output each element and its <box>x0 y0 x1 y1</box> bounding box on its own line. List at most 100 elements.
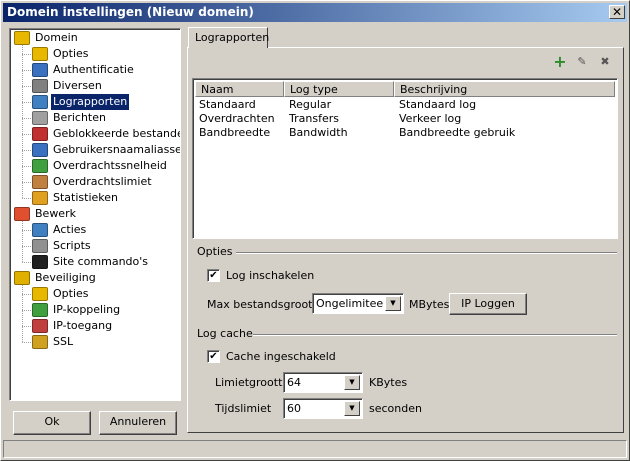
tree-item-label: Opties <box>53 47 89 60</box>
tree-item-label: Statistieken <box>53 191 118 204</box>
options-icon <box>32 287 48 301</box>
cache-enabled-checkbox[interactable]: ✔ <box>207 350 220 363</box>
tree-guide <box>22 326 31 327</box>
tree-item-diversen[interactable]: Diversen <box>32 78 104 94</box>
limit-size-unit: KBytes <box>369 376 408 389</box>
key-icon <box>32 335 48 349</box>
blocked-files-icon <box>32 127 48 141</box>
domain-icon <box>14 31 30 45</box>
tree-item-label: SSL <box>53 335 74 348</box>
tree-item-berichten[interactable]: Berichten <box>32 110 108 126</box>
log-report-icon <box>32 95 48 109</box>
tree-item-label: Domein <box>35 31 78 44</box>
tree-item-ip-toegang[interactable]: IP-toegang <box>32 318 114 334</box>
ip-log-button-label: IP Loggen <box>461 297 515 310</box>
add-icon[interactable]: + <box>552 54 568 70</box>
log-report-list[interactable]: Naam Log type Beschrijving Standaard Reg… <box>192 78 618 239</box>
limit-size-input[interactable] <box>286 375 344 390</box>
column-header-type[interactable]: Log type <box>284 81 394 97</box>
tree-item-label: Bewerk <box>35 207 76 220</box>
enable-log-label: Log inschakelen <box>226 269 315 282</box>
security-icon <box>14 271 30 285</box>
tree-item-label: Geblokkeerde bestanden <box>53 127 181 140</box>
tree-guide <box>22 45 23 198</box>
table-cell: Bandbreedte gebruik <box>399 126 516 139</box>
column-header-description[interactable]: Beschrijving <box>394 81 615 97</box>
transfer-limit-icon <box>32 175 48 189</box>
tree-item-ssl[interactable]: SSL <box>32 334 75 350</box>
time-limit-label: Tijdslimiet <box>215 402 272 415</box>
tree-item-authentificatie[interactable]: Authentificatie <box>32 62 136 78</box>
chevron-down-icon[interactable]: ▼ <box>385 296 401 311</box>
tree-guide <box>22 230 31 231</box>
tree-item-ip-koppeling[interactable]: IP-koppeling <box>32 302 122 318</box>
time-limit-input[interactable] <box>286 401 344 416</box>
tree-item-opties[interactable]: Opties <box>32 286 91 302</box>
edit-icon[interactable]: ✎ <box>574 54 590 70</box>
enable-log-checkbox[interactable]: ✔ <box>207 269 220 282</box>
statistics-icon <box>32 191 48 205</box>
tree-guide <box>22 134 31 135</box>
column-header-name[interactable]: Naam <box>195 81 284 97</box>
tree-item-label: Opties <box>53 287 89 300</box>
tree-guide <box>22 285 23 342</box>
tree-item-bewerk[interactable]: Bewerk <box>14 206 78 222</box>
options-icon <box>32 47 48 61</box>
actions-icon <box>32 223 48 237</box>
edit-glyph: ✎ <box>577 55 587 68</box>
tree-item-domein[interactable]: Domein <box>14 30 80 46</box>
options-group-label: Opties <box>197 245 233 258</box>
delete-icon[interactable]: ✖ <box>597 54 613 70</box>
tree-item-acties[interactable]: Acties <box>32 222 88 238</box>
tree-item-label: IP-koppeling <box>53 303 121 316</box>
tree-item-opties[interactable]: Opties <box>32 46 91 62</box>
tree-item-statistieken[interactable]: Statistieken <box>32 190 120 206</box>
tree-item-lograpporten[interactable]: Lograpporten <box>32 94 130 110</box>
ok-button[interactable]: Ok <box>13 411 91 435</box>
close-button[interactable]: ✕ <box>609 5 625 19</box>
tree-item-beveiliging[interactable]: Beveiliging <box>14 270 98 286</box>
table-cell: Standaard <box>199 98 256 111</box>
check-icon: ✔ <box>209 270 218 281</box>
settings-tree[interactable]: Domein Opties Authentificatie Diversen Logra… <box>9 28 181 401</box>
max-size-label: Max bestandsgrootte <box>207 298 324 311</box>
tree-item-overdrachtssnelheid[interactable]: Overdrachtssnelheid <box>32 158 169 174</box>
cancel-button-label: Annuleren <box>109 415 167 428</box>
limit-size-label: Limietgrootte <box>215 376 290 389</box>
max-size-input[interactable] <box>315 296 385 311</box>
limit-size-combo[interactable]: ▼ <box>283 372 363 393</box>
tab-label: Lograpporten <box>195 31 270 44</box>
tree-guide <box>22 70 31 71</box>
tree-item-overdrachtslimiet[interactable]: Overdrachtslimiet <box>32 174 154 190</box>
cache-divider <box>253 334 617 336</box>
ok-button-label: Ok <box>44 415 60 428</box>
chevron-down-icon[interactable]: ▼ <box>344 401 360 416</box>
tree-item-scripts[interactable]: Scripts <box>32 238 93 254</box>
tree-guide <box>22 246 31 247</box>
tree-guide <box>22 150 31 151</box>
title-bar: Domein instellingen (Nieuw domein) ✕ <box>3 3 627 22</box>
user-alias-icon <box>32 143 48 157</box>
ip-log-button[interactable]: IP Loggen <box>449 293 527 315</box>
tree-item-site-commando-s[interactable]: Site commando's <box>32 254 150 270</box>
tab-log-reports[interactable]: Lograpporten <box>188 27 270 48</box>
table-cell: Regular <box>289 98 332 111</box>
tree-item-label: Site commando's <box>53 255 149 268</box>
tree-item-label: Lograpporten <box>51 94 130 110</box>
tree-guide <box>22 102 31 103</box>
column-header-label: Beschrijving <box>400 83 468 96</box>
tree-item-geblokkeerde-bestanden[interactable]: Geblokkeerde bestanden <box>32 126 181 142</box>
tree-item-label: Scripts <box>53 239 91 252</box>
tree-item-label: Acties <box>53 223 87 236</box>
table-cell: Overdrachten <box>199 112 275 125</box>
message-icon <box>32 111 48 125</box>
chevron-down-icon[interactable]: ▼ <box>344 375 360 390</box>
cancel-button[interactable]: Annuleren <box>99 411 177 435</box>
tree-item-label: Beveiliging <box>35 271 96 284</box>
check-icon: ✔ <box>209 351 218 362</box>
tree-guide <box>22 310 31 311</box>
time-limit-combo[interactable]: ▼ <box>283 398 363 419</box>
tree-item-gebruikersnaamaliassen[interactable]: Gebruikersnaamaliassen <box>32 142 180 158</box>
max-size-combo[interactable]: ▼ <box>312 293 404 314</box>
tree-guide <box>22 182 31 183</box>
